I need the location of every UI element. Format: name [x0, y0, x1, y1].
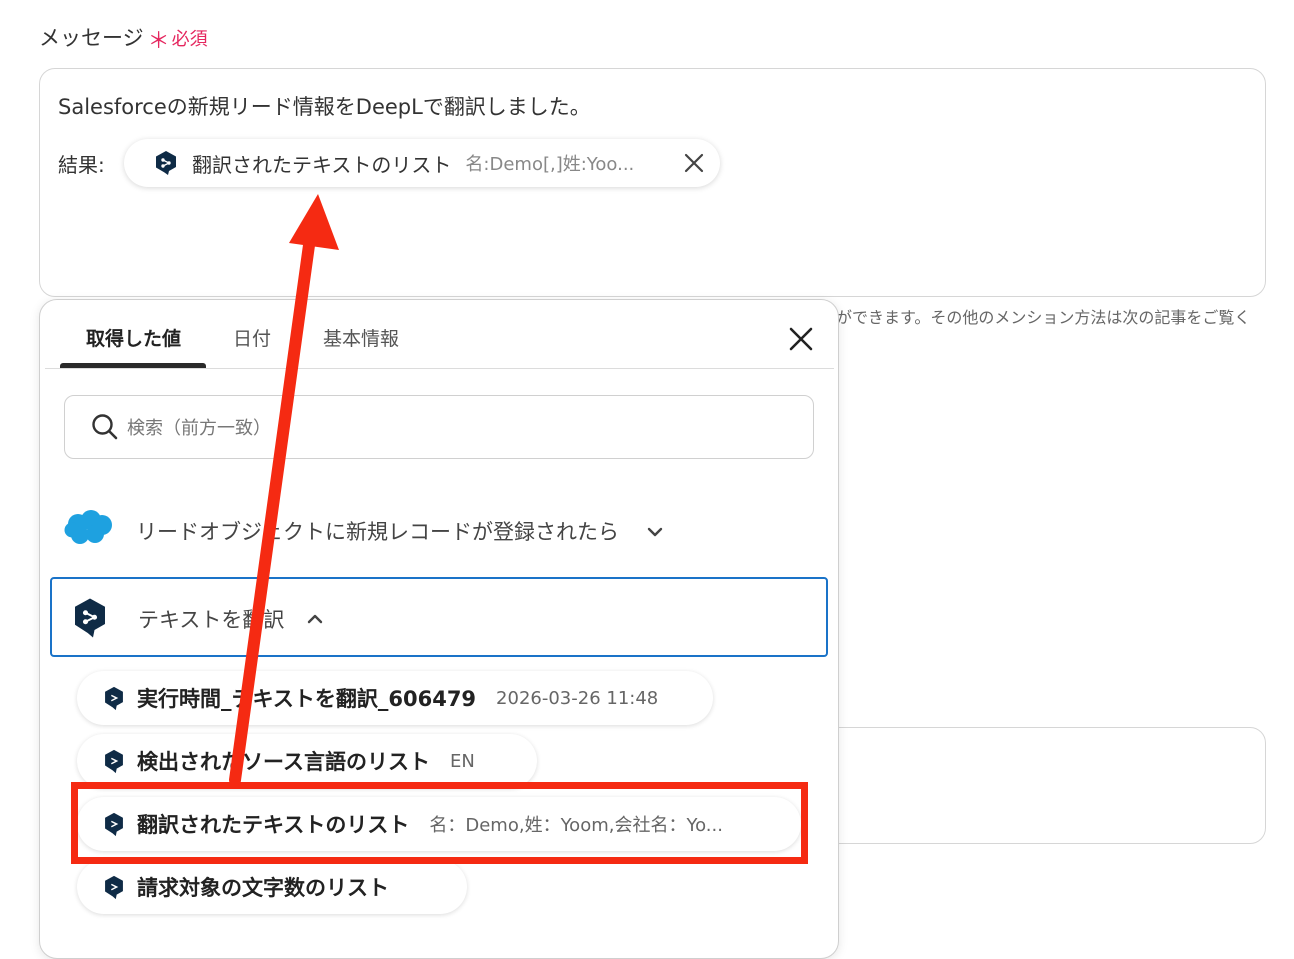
result-label: 結果: — [58, 153, 105, 177]
item-value: 名：Demo,姓：Yoom,会社名：Yo... — [429, 815, 723, 836]
search-box — [64, 395, 814, 459]
background-field-box[interactable] — [800, 727, 1266, 844]
message-field-label: メッセージ＊必須 — [39, 22, 208, 55]
tab-basic-info[interactable]: 基本情報 — [323, 324, 399, 351]
message-line-1: Salesforceの新規リード情報をDeepLで翻訳しました。 — [58, 95, 591, 119]
deepl-icon — [105, 686, 123, 710]
mention-hint-text: ができます。その他のメンション方法は次の記事をご覧く — [836, 308, 1251, 327]
field-label-text: メッセージ — [39, 26, 144, 50]
item-label: 請求対象の文字数のリスト — [137, 876, 389, 900]
variable-picker-panel: 取得した値 日付 基本情報 リードオブジェクトに新規レコードが登録されたら — [39, 299, 839, 959]
required-indicator: ＊必須 — [148, 29, 208, 54]
salesforce-cloud-icon — [64, 510, 112, 544]
tabs-divider — [45, 368, 834, 369]
search-input[interactable] — [125, 410, 769, 446]
item-label: 実行時間_テキストを翻訳_606479 — [137, 687, 477, 711]
required-text: 必須 — [171, 29, 208, 50]
group-deepl-label: テキストを翻訳 — [138, 608, 285, 632]
tab-acquired-values[interactable]: 取得した値 — [86, 324, 181, 351]
chevron-up-icon — [307, 614, 323, 624]
mention-chip[interactable]: 翻訳されたテキストのリスト 名:Demo[,]姓:Yoo... — [124, 139, 720, 187]
item-value: 2026-03-26 11:48 — [496, 687, 659, 709]
required-star: ＊ — [147, 29, 170, 54]
search-icon — [92, 414, 118, 440]
message-editor[interactable]: Salesforceの新規リード情報をDeepLで翻訳しました。 結果: 翻訳さ… — [39, 68, 1266, 297]
list-item-source-languages[interactable]: 検出されたソース言語のリスト EN — [77, 734, 537, 788]
list-item-execution-time[interactable]: 実行時間_テキストを翻訳_606479 2026-03-26 11:48 — [77, 671, 713, 725]
list-item-billable-characters[interactable]: 請求対象の文字数のリスト — [77, 860, 467, 914]
tab-date[interactable]: 日付 — [233, 324, 271, 351]
deepl-icon — [105, 875, 123, 899]
deepl-icon — [156, 151, 176, 175]
chip-remove-icon[interactable] — [682, 151, 706, 175]
item-value: EN — [449, 750, 475, 772]
chip-label: 翻訳されたテキストのリスト — [192, 152, 452, 177]
group-deepl-translate[interactable]: テキストを翻訳 — [50, 577, 828, 657]
panel-tabs: 取得した値 日付 基本情報 — [40, 300, 838, 369]
close-icon[interactable] — [788, 326, 814, 352]
group-salesforce-label: リードオブジェクトに新規レコードが登録されたら — [136, 520, 619, 544]
deepl-icon — [105, 812, 123, 836]
chip-value: 名:Demo[,]姓:Yoo... — [465, 154, 635, 175]
deepl-icon — [105, 749, 123, 773]
group-salesforce-trigger[interactable]: リードオブジェクトに新規レコードが登録されたら — [50, 490, 828, 570]
item-label: 翻訳されたテキストのリスト — [137, 813, 410, 837]
deepl-icon — [75, 598, 105, 638]
chevron-down-icon — [647, 527, 663, 537]
item-label: 検出されたソース言語のリスト — [137, 750, 430, 774]
list-item-translated-texts[interactable]: 翻訳されたテキストのリスト 名：Demo,姓：Yoom,会社名：Yo... — [77, 797, 801, 851]
